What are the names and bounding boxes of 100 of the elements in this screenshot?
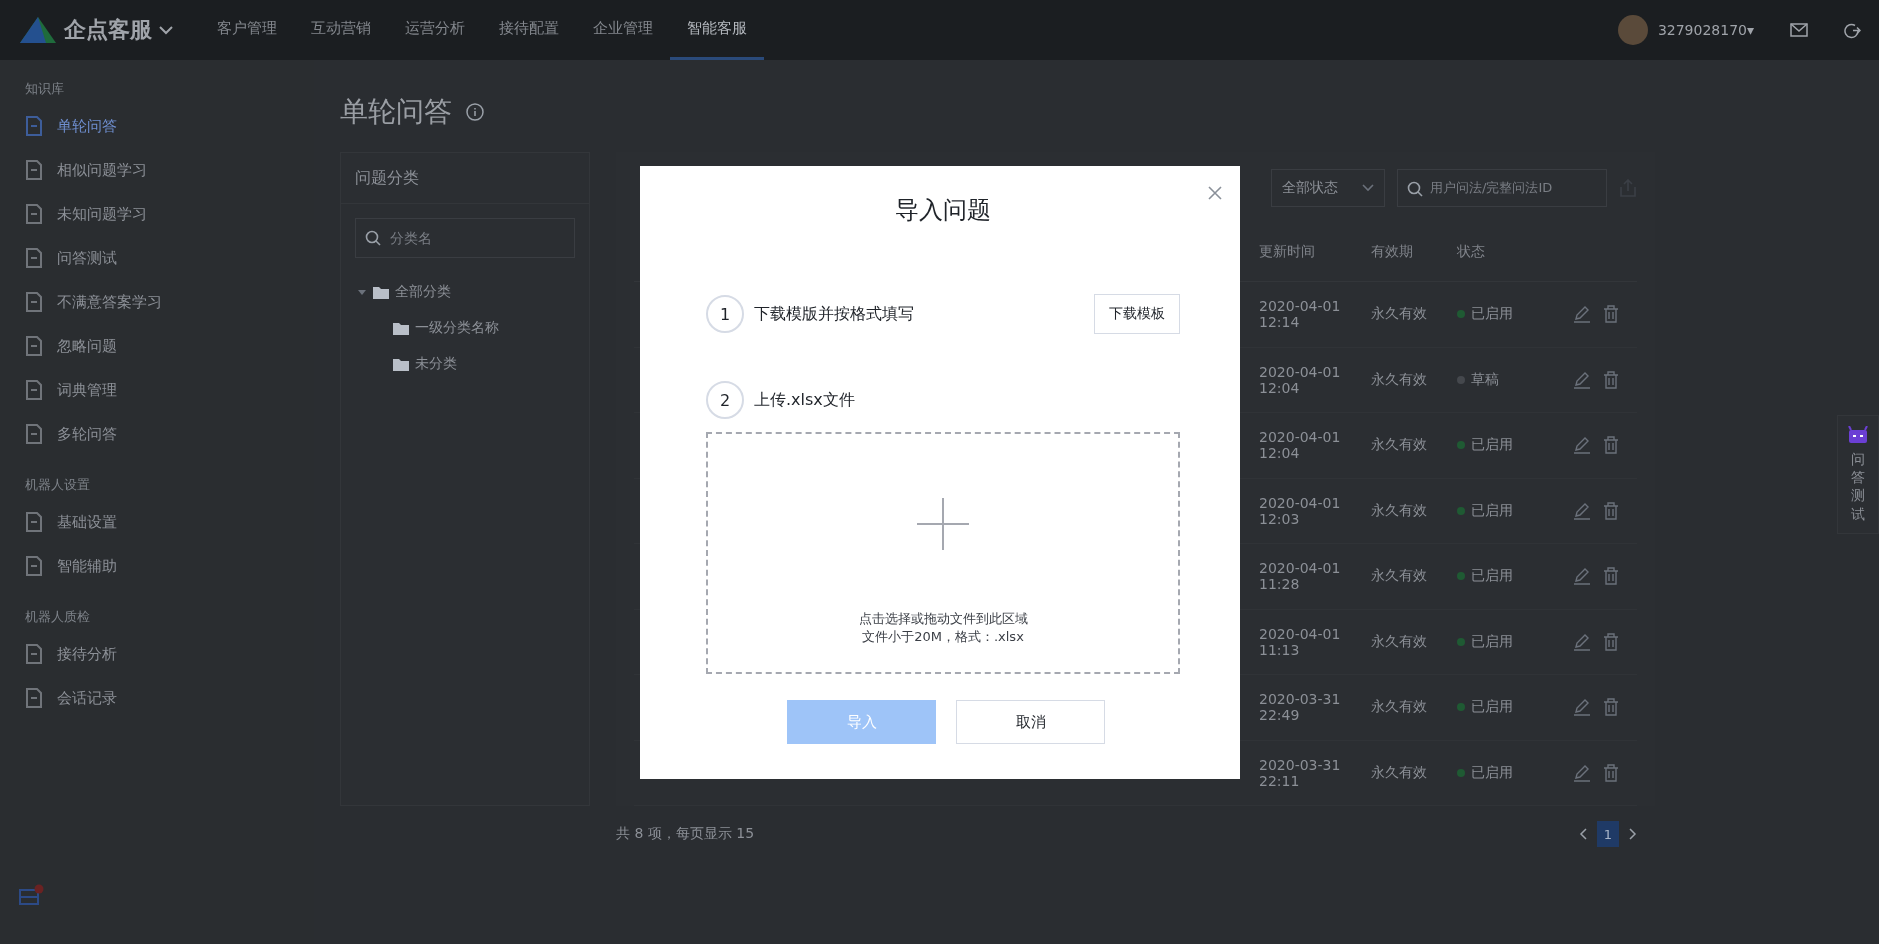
status-select[interactable]: 全部状态 (1271, 168, 1385, 207)
folder-icon (393, 357, 409, 371)
step-number: 2 (706, 381, 744, 419)
tree-node[interactable]: 全部分类 (341, 274, 589, 310)
pagination-summary: 共 8 项，每页显示 15 (616, 825, 755, 843)
table-cell-text: 永久有效 (1371, 567, 1428, 586)
chevron-left-icon[interactable] (1579, 828, 1587, 840)
dialog-title: 导入问题 (894, 195, 992, 226)
document-icon (25, 688, 43, 708)
chevron-right-icon[interactable] (1629, 828, 1637, 840)
sidebar-item[interactable]: 不满意答案学习 (25, 280, 162, 324)
nav-tab[interactable]: 互动营销 (294, 0, 388, 60)
section-title: 机器人设置 (25, 476, 91, 494)
trash-icon[interactable] (1603, 305, 1619, 324)
table-cell-text: 永久有效 (1371, 370, 1428, 389)
edit-icon[interactable] (1573, 501, 1591, 520)
document-icon (25, 644, 43, 664)
table-cell-text: 2020-04-01 11:28 (1259, 560, 1342, 593)
panel-title: 问题分类 (341, 153, 589, 204)
trash-icon[interactable] (1603, 370, 1619, 389)
trash-icon[interactable] (1603, 632, 1619, 651)
edit-icon[interactable] (1573, 763, 1591, 782)
chevron-down-icon[interactable] (158, 25, 174, 35)
table-cell-text: 2020-04-01 12:04 (1259, 363, 1342, 396)
document-icon (25, 424, 43, 444)
table-cell-text: 2020-04-01 12:04 (1259, 429, 1342, 462)
trash-icon[interactable] (1603, 436, 1619, 455)
trash-icon[interactable] (1603, 763, 1619, 782)
trash-icon[interactable] (1603, 698, 1619, 717)
sidebar-item[interactable]: 单轮问答 (25, 104, 117, 148)
edit-icon[interactable] (1573, 370, 1591, 389)
sidebar-item[interactable]: 会话记录 (25, 676, 117, 720)
sidebar-item[interactable]: 相似问题学习 (25, 148, 147, 192)
step-number: 1 (706, 295, 744, 333)
close-icon[interactable] (1208, 186, 1222, 200)
sidebar-item[interactable]: 智能辅助 (25, 544, 117, 588)
table-cell-text: 永久有效 (1371, 698, 1428, 717)
side-tab[interactable]: 问答测试 (1837, 415, 1879, 534)
logo-text: 企点客服 (64, 16, 152, 44)
cancel-button[interactable]: 取消 (956, 700, 1105, 744)
upload-hint: 点击选择或拖动文件到此区域 (858, 610, 1028, 628)
logout-icon[interactable] (1844, 21, 1861, 39)
trash-icon[interactable] (1603, 567, 1619, 586)
mail-icon[interactable] (1790, 23, 1808, 37)
sidebar-item[interactable]: 多轮问答 (25, 412, 117, 456)
column-header[interactable]: 更新时间 (1259, 243, 1371, 262)
info-icon[interactable] (466, 103, 484, 121)
page-title: 单轮问答 (340, 94, 452, 130)
robot-icon (1848, 426, 1868, 444)
status-text: 已启用 (1471, 501, 1513, 520)
sidebar-item[interactable]: 未知问题学习 (25, 192, 147, 236)
edit-icon[interactable] (1573, 305, 1591, 324)
status-text: 已启用 (1471, 698, 1513, 717)
folder-icon (373, 285, 389, 299)
sidebar-item[interactable]: 问答测试 (25, 236, 117, 280)
table-cell-text: 永久有效 (1371, 763, 1428, 782)
sidebar-item[interactable]: 基础设置 (25, 500, 117, 544)
download-template-button[interactable]: 下载模板 (1094, 294, 1180, 334)
tree-node[interactable]: 未分类 (341, 346, 589, 382)
nav-tab[interactable]: 客户管理 (200, 0, 294, 60)
column-header[interactable]: 状态 (1457, 243, 1573, 262)
edit-icon[interactable] (1573, 632, 1591, 651)
table-cell-text: 2020-04-01 11:13 (1259, 625, 1342, 658)
caret-icon[interactable] (357, 287, 367, 297)
avatar-icon[interactable] (1617, 15, 1648, 45)
tree-node[interactable]: 一级分类名称 (341, 310, 589, 346)
sidebar-item[interactable]: 接待分析 (25, 632, 117, 676)
status-text: 已启用 (1471, 436, 1513, 455)
step-text: 下载模版并按格式填写 (754, 303, 915, 325)
table-cell-text: 2020-04-01 12:03 (1259, 494, 1342, 527)
step-text: 上传.xlsx文件 (754, 389, 856, 411)
search-field[interactable]: 分类名 (355, 218, 575, 258)
nav-tab[interactable]: 智能客服 (670, 0, 764, 60)
edit-icon[interactable] (1573, 436, 1591, 455)
logo-icon (18, 15, 58, 45)
document-icon (25, 160, 43, 180)
page-button[interactable]: 1 (1597, 821, 1619, 847)
upload-dropzone[interactable]: 点击选择或拖动文件到此区域 文件小于20M，格式：.xlsx (706, 432, 1180, 674)
account-name[interactable]: 3279028170▾ (1657, 22, 1754, 38)
sidebar-item[interactable]: 忽略问题 (25, 324, 117, 368)
trash-icon[interactable] (1603, 501, 1619, 520)
nav-tab[interactable]: 接待配置 (482, 0, 576, 60)
plus-icon (917, 498, 969, 550)
inbox-icon[interactable] (18, 884, 44, 906)
nav-tab[interactable]: 运营分析 (388, 0, 482, 60)
upload-note: 文件小于20M，格式：.xlsx (862, 628, 1024, 646)
sidebar-item[interactable]: 词典管理 (25, 368, 117, 412)
nav-tab[interactable]: 企业管理 (576, 0, 670, 60)
search-field[interactable]: 用户问法/完整问法ID (1397, 168, 1607, 207)
side-tab-label[interactable]: 问答测试 (1851, 450, 1865, 523)
edit-icon[interactable] (1573, 567, 1591, 586)
table-cell-text: 永久有效 (1371, 305, 1428, 324)
section-title: 知识库 (25, 80, 65, 98)
document-icon (25, 116, 43, 136)
document-icon (25, 292, 43, 312)
section-title: 机器人质检 (25, 608, 91, 626)
table-cell-text: 2020-03-31 22:49 (1259, 691, 1342, 724)
column-header[interactable]: 有效期 (1371, 243, 1457, 262)
document-icon (25, 556, 43, 576)
edit-icon[interactable] (1573, 698, 1591, 717)
